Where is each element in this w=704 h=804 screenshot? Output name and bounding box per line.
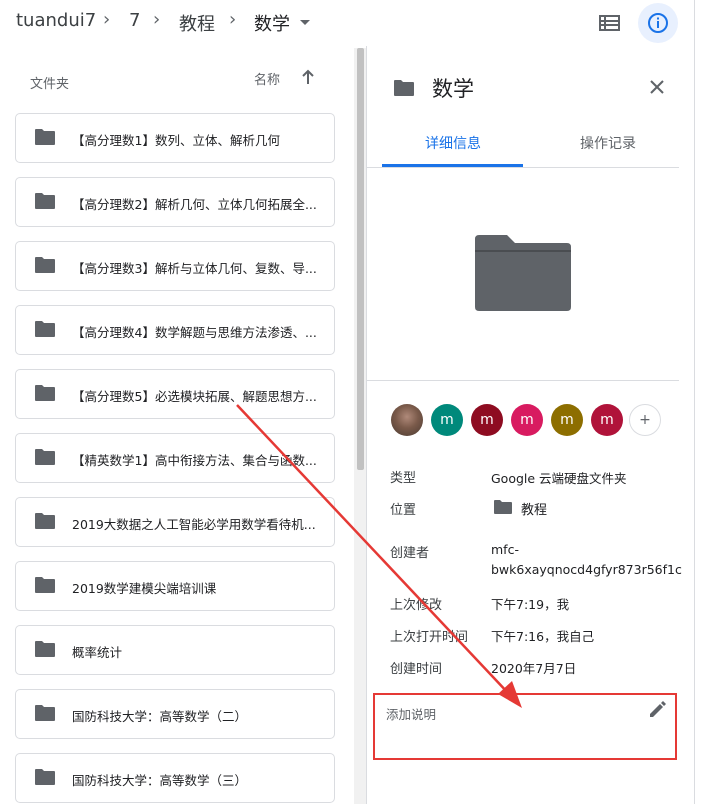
breadcrumb-separator: › <box>153 9 161 30</box>
folder-card[interactable]: 国防科技大学：高等数学（二） <box>15 689 335 739</box>
folder-card[interactable]: 概率统计 <box>15 625 335 675</box>
folder-name: 【高分理数5】必选模块拓展、解题思想方... <box>72 389 317 404</box>
folder-card[interactable]: 【高分理数3】解析与立体几何、复数、导... <box>15 241 335 291</box>
folder-icon <box>34 768 56 786</box>
edit-description-button[interactable] <box>647 698 669 720</box>
opened-label: 上次打开时间 <box>390 630 469 645</box>
folder-name: 国防科技大学：高等数学（二） <box>72 709 248 724</box>
modified-label: 上次修改 <box>390 598 443 613</box>
scrollbar-thumb[interactable] <box>357 48 364 470</box>
folder-card[interactable]: 【精英数学1】高中衔接方法、集合与函数... <box>15 433 335 483</box>
list-view-button[interactable] <box>596 10 624 36</box>
owner-value-line2: bwk6xayqnocd4gfyr873r56f1c <box>491 562 682 577</box>
folder-icon <box>393 79 415 97</box>
owner-label: 创建者 <box>390 546 430 561</box>
folder-icon <box>34 384 56 402</box>
folder-icon <box>34 128 56 146</box>
folder-card[interactable]: 2019大数据之人工智能必学用数学看待机... <box>15 497 335 547</box>
breadcrumb-separator: › <box>103 9 111 30</box>
dropdown-caret-icon[interactable] <box>300 20 310 25</box>
folder-preview-icon <box>473 233 573 311</box>
folder-name: 【高分理数2】解析几何、立体几何拓展全... <box>72 197 317 212</box>
folder-name: 【高分理数1】数列、立体、解析几何 <box>72 133 280 148</box>
folder-name: 概率统计 <box>72 645 123 660</box>
folder-icon <box>34 512 56 530</box>
collaborator-avatar[interactable]: m <box>551 404 583 436</box>
breadcrumb-item-tuandui7[interactable]: tuandui7 <box>16 10 96 31</box>
folders-section-label: 文件夹 <box>30 77 70 92</box>
folder-icon <box>34 448 56 466</box>
folder-card[interactable]: 【高分理数4】数学解题与思维方法渗透、... <box>15 305 335 355</box>
top-bar: tuandui7 › 7 › 教程 › 数学 <box>0 0 704 46</box>
close-details-button[interactable] <box>646 76 668 98</box>
breadcrumb-item-tutorial[interactable]: 教程 <box>179 10 215 36</box>
collaborator-avatar[interactable] <box>391 404 423 436</box>
details-title: 数学 <box>432 77 474 101</box>
folder-name: 国防科技大学：高等数学（三） <box>72 773 248 788</box>
opened-value: 下午7:16，我自己 <box>491 629 595 644</box>
folder-name: 【精英数学1】高中衔接方法、集合与函数... <box>72 453 317 468</box>
folder-card[interactable]: 【高分理数2】解析几何、立体几何拓展全... <box>15 177 335 227</box>
breadcrumb-item-7[interactable]: 7 <box>129 10 140 31</box>
folder-icon <box>34 704 56 722</box>
tabs-divider <box>367 167 679 168</box>
add-description-field[interactable]: 添加说明 <box>386 704 436 723</box>
owner-value-line1: mfc- <box>491 542 519 557</box>
folder-name: 【高分理数3】解析与立体几何、复数、导... <box>72 261 317 276</box>
tab-details[interactable]: 详细信息 <box>425 133 481 153</box>
details-panel-divider <box>366 46 367 804</box>
collaborator-avatar[interactable]: m <box>511 404 543 436</box>
type-label: 类型 <box>390 471 417 486</box>
add-people-button[interactable]: + <box>629 404 661 436</box>
sort-by-name-label[interactable]: 名称 <box>254 69 280 88</box>
folder-name: 2019数学建模尖端培训课 <box>72 581 217 596</box>
folder-icon <box>493 499 513 515</box>
collaborator-avatar[interactable]: m <box>431 404 463 436</box>
type-value: Google 云端硬盘文件夹 <box>491 471 627 486</box>
window-edge <box>694 0 695 804</box>
location-value-link[interactable]: 教程 <box>521 499 547 518</box>
preview-divider <box>367 380 679 381</box>
folder-icon <box>34 576 56 594</box>
folder-icon <box>34 640 56 658</box>
breadcrumb-current-folder[interactable]: 数学 <box>254 10 290 36</box>
close-icon <box>650 80 664 94</box>
folder-card[interactable]: 国防科技大学：高等数学（三） <box>15 753 335 803</box>
folder-card[interactable]: 2019数学建模尖端培训课 <box>15 561 335 611</box>
pencil-icon <box>650 701 666 717</box>
breadcrumb-separator: › <box>229 9 237 30</box>
list-view-icon <box>599 15 620 31</box>
tab-activity[interactable]: 操作记录 <box>580 133 636 153</box>
folder-card[interactable]: 【高分理数5】必选模块拓展、解题思想方... <box>15 369 335 419</box>
arrow-up-icon <box>302 69 314 84</box>
collaborator-avatar[interactable]: m <box>591 404 623 436</box>
folder-icon <box>34 320 56 338</box>
folder-icon <box>34 256 56 274</box>
sort-direction-button[interactable] <box>298 66 318 88</box>
modified-value: 下午7:19，我 <box>491 597 570 612</box>
folder-card[interactable]: 【高分理数1】数列、立体、解析几何 <box>15 113 335 163</box>
created-label: 创建时间 <box>390 662 443 677</box>
created-value: 2020年7月7日 <box>491 661 577 676</box>
folder-icon <box>34 192 56 210</box>
folder-name: 2019大数据之人工智能必学用数学看待机... <box>72 517 316 532</box>
collaborator-avatar[interactable]: m <box>471 404 503 436</box>
details-info-button[interactable] <box>638 3 678 43</box>
location-label: 位置 <box>390 503 417 518</box>
folder-name: 【高分理数4】数学解题与思维方法渗透、... <box>72 325 317 340</box>
info-icon <box>648 13 668 33</box>
